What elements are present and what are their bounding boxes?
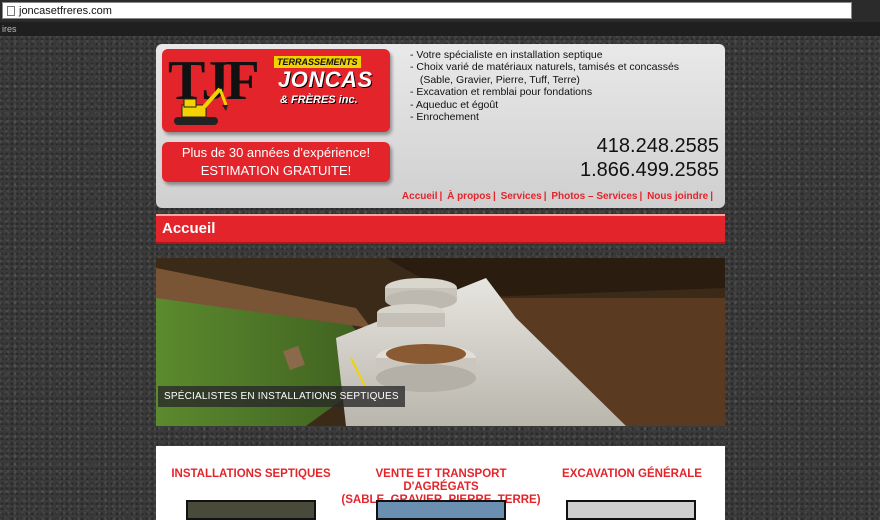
bookmarks-label[interactable]: ires — [2, 24, 17, 34]
nav-separator: | — [639, 191, 643, 202]
service-title-line: INSTALLATIONS SEPTIQUES — [171, 468, 331, 480]
feature-item: - Votre spécialiste en installation sept… — [410, 49, 603, 61]
feature-item: - Excavation et remblai pour fondations — [410, 86, 593, 99]
features-list: - Votre spécialiste en installation sept… — [410, 49, 710, 123]
feature-item: - Enrochement — [410, 111, 479, 124]
page-title: Accueil — [156, 214, 725, 244]
nav-accueil[interactable]: Accueil — [402, 191, 438, 202]
address-bar[interactable]: joncasetfreres.com — [2, 2, 852, 19]
hero-banner: SPÉCIALISTES EN INSTALLATIONS SEPTIQUES — [156, 258, 725, 426]
nav-separator: | — [439, 191, 443, 202]
nav-separator: | — [710, 191, 713, 202]
nav-a-propos[interactable]: À propos — [447, 191, 491, 202]
page-icon — [7, 5, 15, 16]
site-header: TJF TERRASSEMENTS JONCAS & FRÈRES inc. P… — [156, 44, 725, 208]
service-thumb-septiques[interactable] — [186, 500, 316, 520]
feature-item: - Choix varié de matériaux naturels, tam… — [410, 61, 680, 74]
experience-badge: Plus de 30 années d'expérience! ESTIMATI… — [162, 142, 390, 182]
phone-numbers: 418.248.2585 1.866.499.2585 — [580, 134, 719, 182]
service-title-excavation[interactable]: EXCAVATION GÉNÉRALE — [552, 468, 712, 481]
address-url: joncasetfreres.com — [19, 4, 112, 17]
badge-line-2: ESTIMATION GRATUITE! — [200, 163, 352, 178]
feature-item: - Aqueduc et égoût — [410, 98, 499, 111]
company-logo[interactable]: TJF TERRASSEMENTS JONCAS & FRÈRES inc. — [162, 49, 390, 132]
badge-line-1: Plus de 30 années d'expérience! — [181, 145, 371, 160]
nav-nous-joindre[interactable]: Nous joindre — [647, 191, 708, 202]
logo-name: JONCAS — [278, 67, 373, 92]
main-nav: Accueil | À propos | Services | Photos – Se… — [402, 191, 715, 202]
nav-separator: | — [543, 191, 547, 202]
service-title-septiques[interactable]: INSTALLATIONS SEPTIQUES — [170, 468, 332, 481]
feature-item: (Sable, Gravier, Pierre, Tuff, Terre) — [414, 73, 580, 86]
bookmarks-bar: ires — [0, 22, 880, 36]
nav-photos-services[interactable]: Photos – Services — [551, 191, 637, 202]
service-thumb-excavation[interactable] — [566, 500, 696, 520]
nav-separator: | — [492, 191, 496, 202]
services-section: INSTALLATIONS SEPTIQUES VENTE ET TRANSPO… — [156, 446, 725, 520]
excavator-icon — [174, 87, 228, 125]
nav-services[interactable]: Services — [501, 191, 542, 202]
browser-toolbar: joncasetfreres.com — [0, 0, 880, 22]
hero-caption: SPÉCIALISTES EN INSTALLATIONS SEPTIQUES — [158, 386, 405, 407]
service-thumb-agregats[interactable] — [376, 500, 506, 520]
phone-local: 418.248.2585 — [596, 135, 719, 157]
logo-suffix: & FRÈRES inc. — [280, 94, 358, 106]
phone-tollfree: 1.866.499.2585 — [579, 159, 719, 181]
service-title-line: EXCAVATION GÉNÉRALE — [562, 468, 702, 480]
service-title-line: VENTE ET TRANSPORT D'AGRÉGATS — [375, 468, 507, 493]
